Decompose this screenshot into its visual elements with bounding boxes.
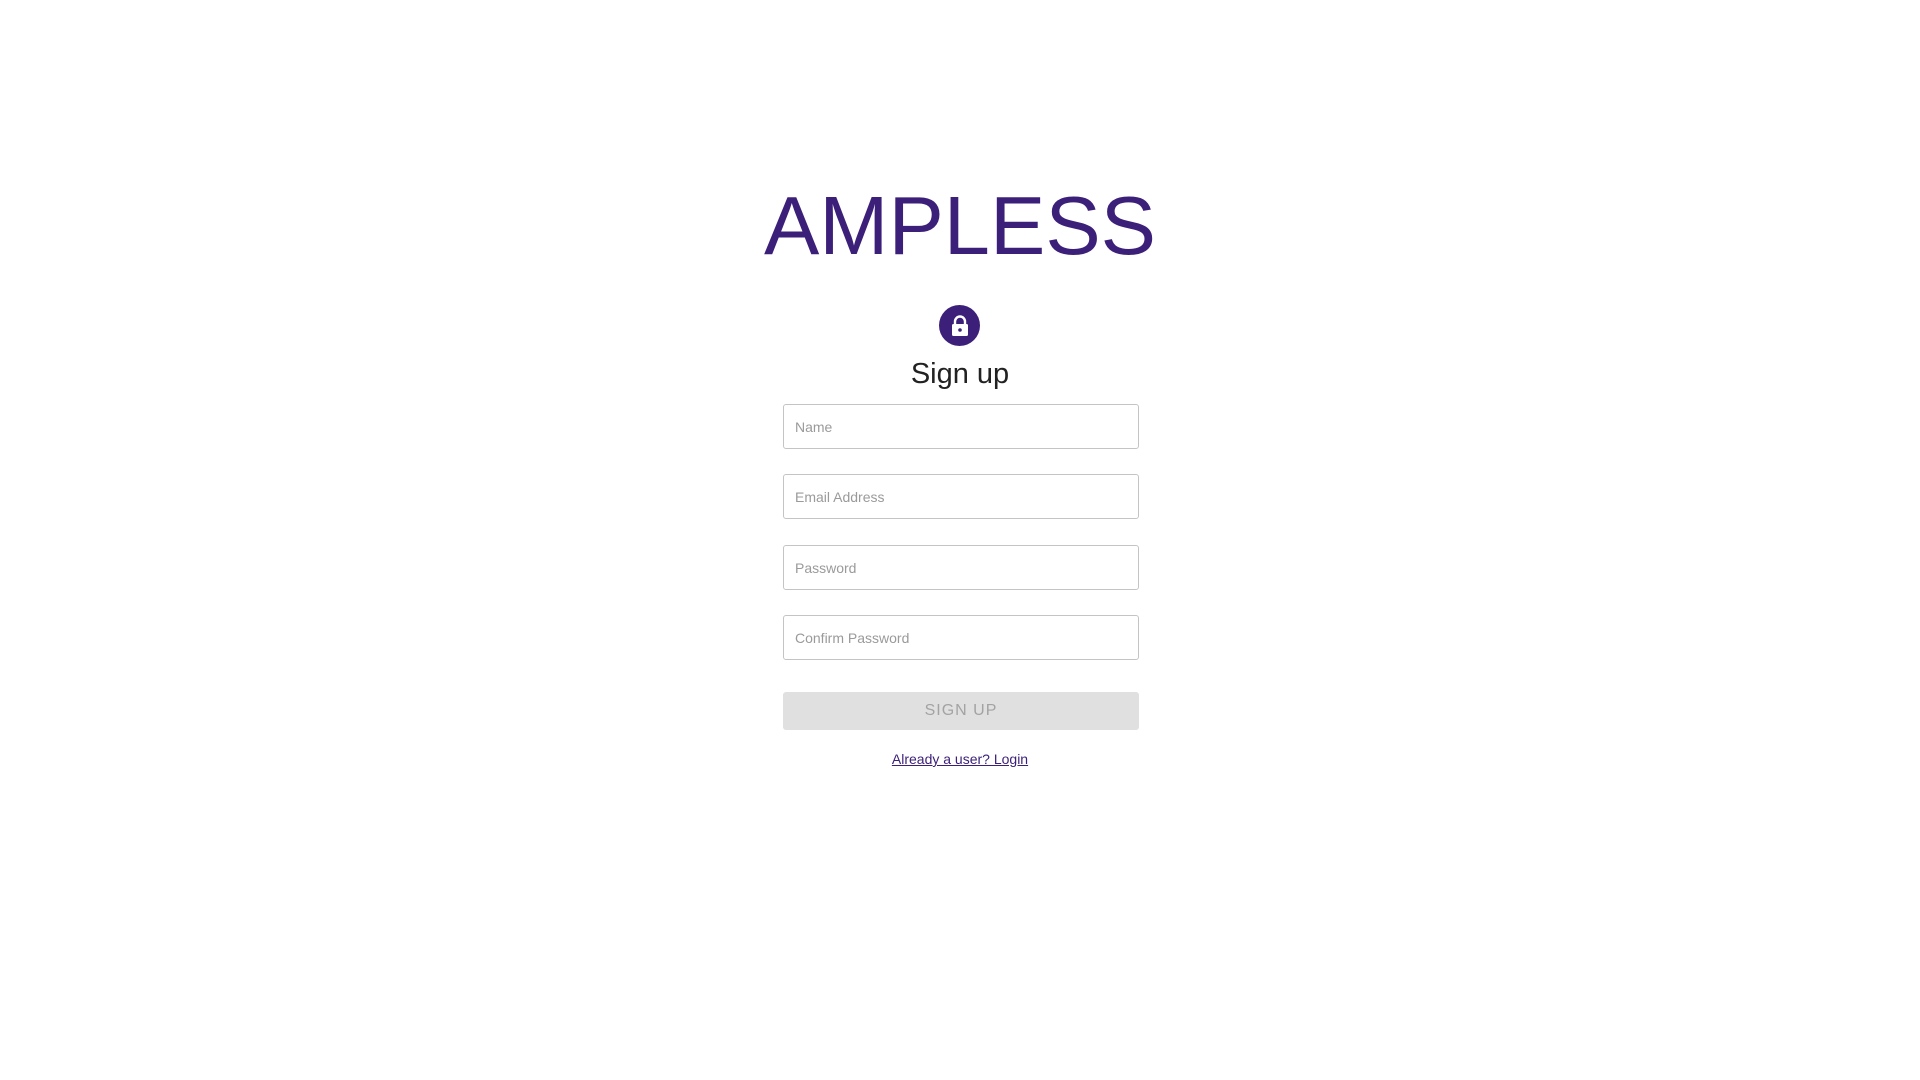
name-field[interactable]	[783, 404, 1139, 449]
page-title: Sign up	[910, 358, 1010, 390]
email-field[interactable]	[783, 474, 1139, 519]
brand-logo-text: AMPLESS	[763, 179, 1157, 272]
confirm-password-field[interactable]	[783, 615, 1139, 660]
password-field[interactable]	[783, 545, 1139, 590]
signup-page: AMPLESS Sign up SIGN UP Already a user? …	[0, 0, 1920, 1080]
login-link-container: Already a user? Login	[0, 749, 1920, 769]
sign-up-button[interactable]: SIGN UP	[783, 692, 1139, 730]
lock-avatar	[939, 305, 980, 346]
login-link[interactable]: Already a user? Login	[892, 751, 1028, 767]
lock-icon	[951, 314, 968, 336]
